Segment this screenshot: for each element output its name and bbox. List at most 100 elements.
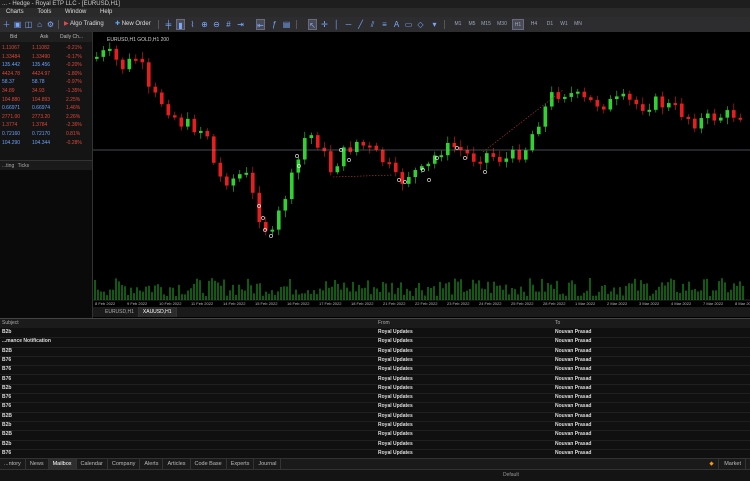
line-chart-icon[interactable]: ⌇ <box>188 19 197 30</box>
symbol-ask: 2773.20 <box>32 113 51 120</box>
new-chart-icon[interactable]: ＋ <box>2 19 11 30</box>
candle-body <box>563 96 567 99</box>
more-tools-icon[interactable]: ▾ <box>430 19 439 30</box>
symbol-bid: 104.880 <box>2 96 21 103</box>
trade-marker <box>295 154 299 158</box>
time-label: 17 Feb 2022 <box>319 301 342 306</box>
candle-body <box>205 130 210 137</box>
candle-body <box>673 103 678 106</box>
market-watch-row[interactable]: 135.442 135.456 -0.20% <box>0 61 92 70</box>
mail-subject: B76 <box>2 449 12 456</box>
candle-body <box>121 59 125 70</box>
crosshair-icon[interactable]: ✛ <box>320 19 329 30</box>
time-label: 23 Feb 2022 <box>447 301 470 306</box>
zoom-out-icon[interactable]: ⊖ <box>212 19 221 30</box>
price-chart[interactable]: EURUSD,H1 GOLD,H1 200 8 Feb 2022 9 Feb 20… <box>93 32 750 307</box>
col-from[interactable]: From <box>378 319 390 328</box>
zoom-in-icon[interactable]: ⊕ <box>200 19 209 30</box>
autoscroll-icon[interactable]: ⇥ <box>236 19 245 30</box>
mail-from: Royal Updates <box>378 375 413 382</box>
label-tool-icon[interactable]: ▭ <box>404 19 413 30</box>
navigator-icon[interactable]: ⌂ <box>35 19 44 30</box>
market-watch-row[interactable]: 58.37 58.78 -0.97% <box>0 78 92 87</box>
channel-icon[interactable]: ⫽ <box>368 19 377 30</box>
tab-ticks[interactable]: Ticks <box>18 163 29 169</box>
timeframe-m1-button[interactable]: M1 <box>452 19 464 30</box>
symbol-bid: 1.11067 <box>2 45 20 51</box>
col-daily-change[interactable]: Daily Ch... <box>60 32 83 42</box>
market-watch-row[interactable]: 1.33484 1.33490 -0.17% <box>0 53 92 62</box>
col-to[interactable]: To <box>555 319 560 328</box>
candle-body <box>732 110 736 118</box>
tab-trading[interactable]: ...ting <box>2 163 14 169</box>
time-label: 9 Feb 2022 <box>127 301 148 306</box>
candle-body <box>647 109 652 112</box>
time-label: 8 Feb 2022 <box>95 301 116 306</box>
symbol-ask: 135.456 <box>32 62 51 69</box>
timeframe-m5-button[interactable]: M5 <box>466 19 478 30</box>
indicators-icon[interactable]: ƒ <box>270 19 279 30</box>
time-label: 3 Mar 2022 <box>639 301 660 306</box>
menu-tools[interactable]: Tools <box>37 8 51 17</box>
horizontal-line-icon[interactable]: ─ <box>344 19 353 30</box>
market-watch-row[interactable]: 2771.00 2773.20 2.26% <box>0 113 92 122</box>
chart-tabs: EURUSD,H1 XAUUSD,H1 <box>93 307 750 317</box>
timeframe-m30-button[interactable]: M30 <box>496 19 508 30</box>
strategy-tester-icon[interactable]: ⚙ <box>46 19 55 30</box>
chart-canvas[interactable]: EURUSD,H1 GOLD,H1 200 8 Feb 2022 9 Feb 20… <box>93 32 750 307</box>
col-ask[interactable]: Ask <box>40 32 48 42</box>
candlestick-icon[interactable]: ▮ <box>176 19 185 30</box>
chart-shift-icon[interactable]: ⇤ <box>256 19 265 30</box>
chart-tab-xauusd[interactable]: XAUUSD,H1 <box>138 307 177 317</box>
chart-tab-eurusd[interactable]: EURUSD,H1 <box>101 307 139 317</box>
templates-icon[interactable]: ▤ <box>282 19 291 30</box>
market-watch-row[interactable]: 0.66971 0.66974 1.46% <box>0 104 92 113</box>
market-watch-row[interactable]: 1.11067 1.11082 -0.21% <box>0 44 92 53</box>
profiles-icon[interactable]: ▣ <box>13 19 22 30</box>
menu-charts[interactable]: Charts <box>6 8 24 17</box>
candle-body <box>270 229 275 232</box>
col-subject[interactable]: Subject <box>2 319 19 328</box>
market-watch-row[interactable]: 1.3774 1.3784 -2.36% <box>0 121 92 130</box>
trade-arrow-line <box>332 174 394 178</box>
market-watch-icon[interactable]: ◫ <box>24 19 33 30</box>
text-tool-icon[interactable]: A <box>392 19 401 30</box>
timeframe-mn-button[interactable]: MN <box>572 19 584 30</box>
timeframe-h1-button[interactable]: H1 <box>512 19 524 30</box>
candle-body <box>238 174 242 179</box>
candle-body <box>641 104 645 111</box>
cursor-icon[interactable]: ↖ <box>308 19 317 30</box>
market-watch-row[interactable]: 34.89 34.93 -1.35% <box>0 87 92 96</box>
timeframe-m15-button[interactable]: M15 <box>480 19 492 30</box>
mail-to: Nouvan Prasad <box>555 440 592 447</box>
market-watch-row[interactable]: 104.880 104.893 2.25% <box>0 96 92 105</box>
bar-chart-icon[interactable]: ╪ <box>164 19 173 30</box>
timeframe-d1-button[interactable]: D1 <box>544 19 556 30</box>
candle-body <box>582 91 587 98</box>
mail-subject: B2B <box>2 347 13 354</box>
fibonacci-icon[interactable]: ≡ <box>380 19 389 30</box>
timeframe-h4-button[interactable]: H4 <box>528 19 540 30</box>
candle-body <box>413 170 418 178</box>
timeframe-w1-button[interactable]: W1 <box>558 19 570 30</box>
symbol-bid: 34.89 <box>2 88 15 94</box>
shapes-icon[interactable]: ◇ <box>416 19 425 30</box>
mail-to: Nouvan Prasad <box>555 431 592 438</box>
menu-help[interactable]: Help <box>100 8 112 17</box>
candle-body <box>322 147 327 152</box>
col-bid[interactable]: Bid <box>10 32 17 42</box>
candle-body <box>225 176 229 186</box>
candle-body <box>530 134 535 151</box>
new-order-button[interactable]: ✚ New Order <box>113 19 153 30</box>
mail-to: Nouvan Prasad <box>555 422 592 428</box>
grid-icon[interactable]: # <box>224 19 233 30</box>
menu-window[interactable]: Window <box>65 8 86 17</box>
market-watch-row[interactable]: 104.290 104.344 -0.28% <box>0 139 92 148</box>
trendline-icon[interactable]: ╱ <box>356 19 365 30</box>
symbol-change: -0.21% <box>66 45 82 51</box>
algo-trading-button[interactable]: ▶ Algo Trading <box>62 19 106 30</box>
vertical-line-icon[interactable]: │ <box>332 19 341 30</box>
market-watch-row[interactable]: 4424.78 4424.97 -1.80% <box>0 70 92 79</box>
market-watch-row[interactable]: 0.72160 0.72170 0.81% <box>0 130 92 139</box>
candle-body <box>283 199 288 211</box>
